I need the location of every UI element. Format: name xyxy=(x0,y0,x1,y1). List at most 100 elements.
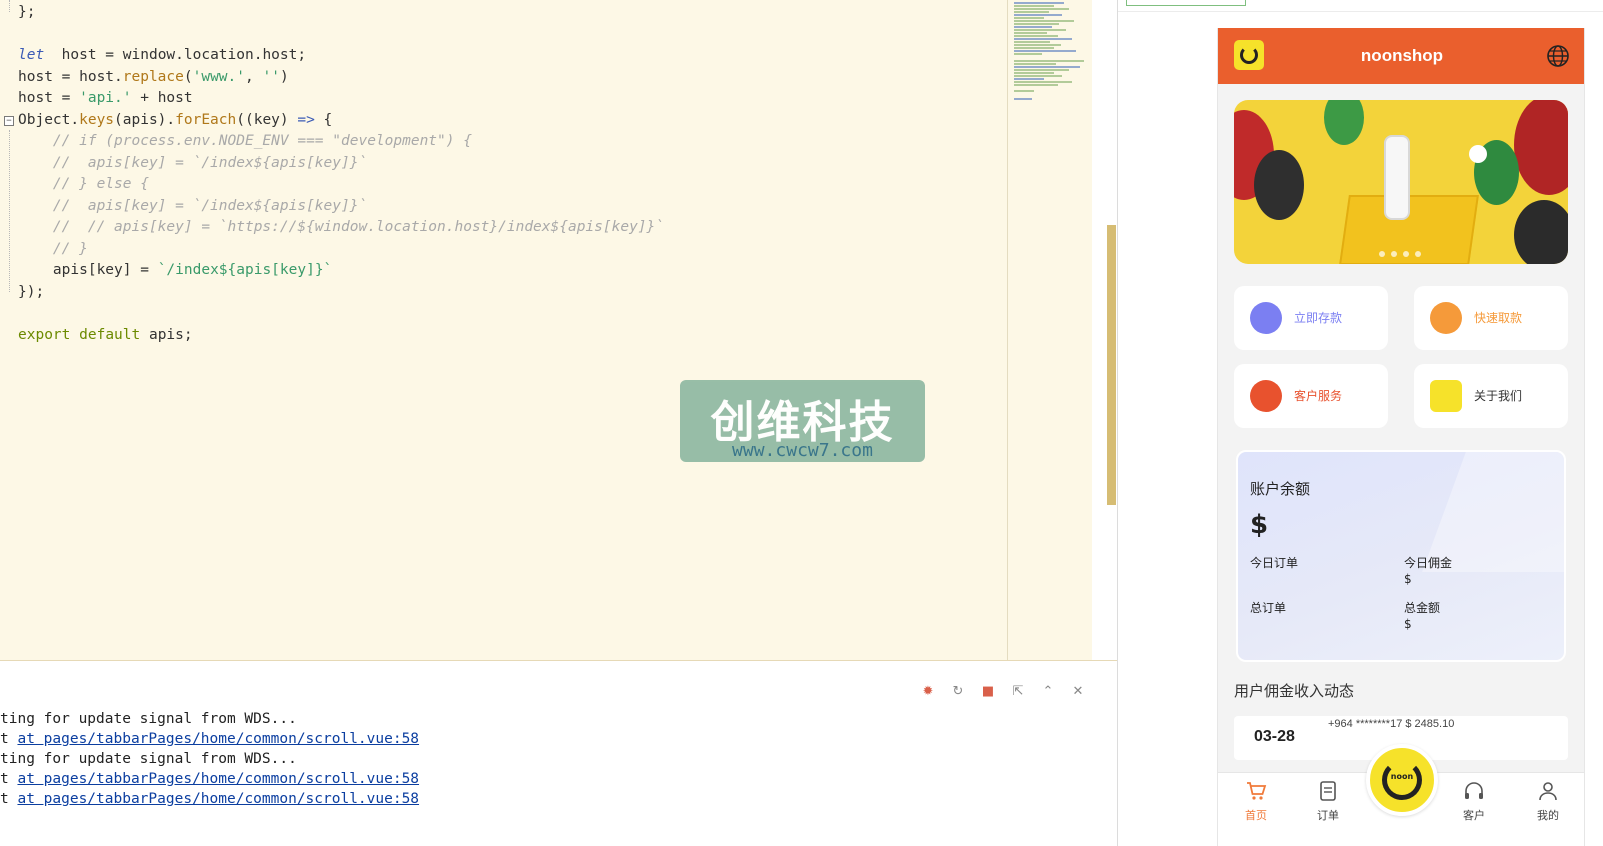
bug-icon[interactable]: ✹ xyxy=(919,683,937,701)
code-line[interactable]: }; xyxy=(18,1,35,23)
withdraw-button[interactable]: 快速取款 xyxy=(1414,286,1568,350)
code-line[interactable]: export default apis; xyxy=(18,324,193,346)
globe-icon[interactable] xyxy=(1546,44,1570,68)
balance-title: 账户余额 xyxy=(1250,480,1311,498)
carousel-dot[interactable] xyxy=(1415,251,1421,257)
source-link[interactable]: at pages/tabbarPages/home/common/scroll.… xyxy=(17,771,419,787)
code-area[interactable]: − }; let host = window.location.host; host… xyxy=(0,0,1007,660)
console-line: t at pages/tabbarPages/home/common/scrol… xyxy=(0,731,420,747)
export-icon[interactable]: ⇱ xyxy=(1009,683,1027,701)
minimap-line xyxy=(1014,81,1072,83)
code-line[interactable]: // apis[key] = `/index${apis[key]}` xyxy=(18,195,367,217)
noon-logo-icon xyxy=(1430,380,1462,412)
total-amount-value: $ xyxy=(1404,617,1412,631)
minimap-line xyxy=(1014,35,1058,37)
tab-label: 首页 xyxy=(1245,809,1267,822)
stop-icon[interactable]: ■ xyxy=(979,683,997,701)
deposit-button[interactable]: 立即存款 xyxy=(1234,286,1388,350)
minimap-line xyxy=(1014,47,1054,49)
tab-customer[interactable]: 客户 xyxy=(1444,779,1504,829)
balance-amount: $ xyxy=(1250,510,1269,540)
minimap-line xyxy=(1014,5,1054,7)
console-panel: ✹ ↻ ■ ⇱ ⌃ ✕ ting for update signal from … xyxy=(0,660,1117,846)
code-line[interactable]: host = host.replace('www.', '') xyxy=(18,66,289,88)
minimap-line xyxy=(1014,66,1080,68)
console-line: t at pages/tabbarPages/home/common/scrol… xyxy=(0,771,420,787)
feed-title: 用户佣金收入动态 xyxy=(1234,682,1355,700)
minimap-line xyxy=(1014,29,1066,31)
watermark-url: www.cwcw7.com xyxy=(732,440,873,461)
code-editor[interactable]: − }; let host = window.location.host; host… xyxy=(0,0,1092,660)
minimap-line xyxy=(1014,2,1064,4)
code-line[interactable]: // // apis[key] = `https://${window.loca… xyxy=(18,216,664,238)
minimap-line xyxy=(1014,41,1050,43)
minimap-line xyxy=(1014,72,1054,74)
code-line[interactable]: // } xyxy=(18,238,88,260)
tab-home[interactable]: 首页 xyxy=(1226,779,1286,829)
total-orders-label: 总订单 xyxy=(1250,601,1287,615)
carousel-dot[interactable] xyxy=(1379,251,1385,257)
app-title: noonshop xyxy=(1360,46,1444,65)
code-line[interactable]: let host = window.location.host; xyxy=(18,44,306,66)
piggy-bank-icon xyxy=(1250,302,1282,334)
address-bar[interactable] xyxy=(1126,0,1246,6)
today-commission-value: $ xyxy=(1404,572,1412,586)
tab-label: 客户 xyxy=(1463,809,1485,822)
clear-icon[interactable]: ✕ xyxy=(1069,683,1087,701)
feed-date: 03-28 xyxy=(1254,728,1295,745)
source-link[interactable]: at pages/tabbarPages/home/common/scroll.… xyxy=(17,791,419,807)
minimap-line xyxy=(1014,84,1058,86)
feed-text: +964 ********17 $ 2485.10 xyxy=(1328,718,1455,730)
tile-label: 客户服务 xyxy=(1294,389,1343,403)
customer-service-button[interactable]: 客户服务 xyxy=(1234,364,1388,428)
minimap-line xyxy=(1014,98,1032,100)
minimap-line xyxy=(1014,78,1044,80)
console-line: ting for update signal from WDS... xyxy=(0,711,297,727)
fold-toggle[interactable]: − xyxy=(4,116,14,126)
minimap-line xyxy=(1014,23,1059,25)
code-line[interactable]: apis[key] = `/index${apis[key]}` xyxy=(18,259,332,281)
chevron-up-icon[interactable]: ⌃ xyxy=(1039,683,1057,701)
minimap-line xyxy=(1014,8,1069,10)
center-noon-button[interactable]: noon xyxy=(1366,744,1438,816)
source-link[interactable]: at pages/tabbarPages/home/common/scroll.… xyxy=(17,731,419,747)
minimap-line xyxy=(1014,90,1034,92)
minimap-line xyxy=(1014,14,1062,16)
code-line[interactable]: }); xyxy=(18,281,44,303)
promo-banner[interactable] xyxy=(1234,100,1568,264)
minimap-line xyxy=(1014,20,1074,22)
editor-scrollbar[interactable] xyxy=(1107,225,1116,505)
tile-label: 关于我们 xyxy=(1474,389,1523,403)
code-line[interactable]: Object.keys(apis).forEach((key) => { xyxy=(18,109,332,131)
carousel-dot[interactable] xyxy=(1391,251,1397,257)
minimap-line xyxy=(1014,44,1061,46)
app-header: noonshop xyxy=(1218,28,1584,84)
code-line[interactable]: // if (process.env.NODE_ENV === "develop… xyxy=(18,130,472,152)
tab-profile[interactable]: 我的 xyxy=(1518,779,1578,829)
carousel-dot[interactable] xyxy=(1403,251,1409,257)
minimap-line xyxy=(1014,53,1042,55)
minimap-line xyxy=(1014,17,1044,19)
console-toolbar: ✹ ↻ ■ ⇱ ⌃ ✕ xyxy=(919,683,1087,701)
code-line[interactable]: host = 'api.' + host xyxy=(18,87,193,109)
user-icon xyxy=(1539,782,1557,801)
headset-icon xyxy=(1250,380,1282,412)
restart-icon[interactable]: ↻ xyxy=(949,683,967,701)
code-line[interactable]: // } else { xyxy=(18,173,149,195)
about-us-button[interactable]: 关于我们 xyxy=(1414,364,1568,428)
tab-orders[interactable]: 订单 xyxy=(1298,779,1358,829)
indent-guide xyxy=(9,130,10,292)
phone-preview: noonshop 立即存款 快速取款 客户服务 关于我们 账户余额 $ 今日订单… xyxy=(1217,28,1585,846)
minimap-line xyxy=(1014,38,1072,40)
tab-label: 订单 xyxy=(1317,809,1339,822)
code-line[interactable]: // apis[key] = `/index${apis[key]}` xyxy=(18,152,367,174)
console-line: ting for update signal from WDS... xyxy=(0,751,297,767)
order-icon xyxy=(1320,781,1336,801)
game-console xyxy=(1384,135,1410,220)
tile-label: 立即存款 xyxy=(1294,311,1343,325)
minimap-line xyxy=(1014,75,1062,77)
minimap-line xyxy=(1014,63,1056,65)
minimap-line xyxy=(1014,69,1069,71)
tab-label: 我的 xyxy=(1537,809,1559,822)
minimap[interactable] xyxy=(1007,0,1107,660)
